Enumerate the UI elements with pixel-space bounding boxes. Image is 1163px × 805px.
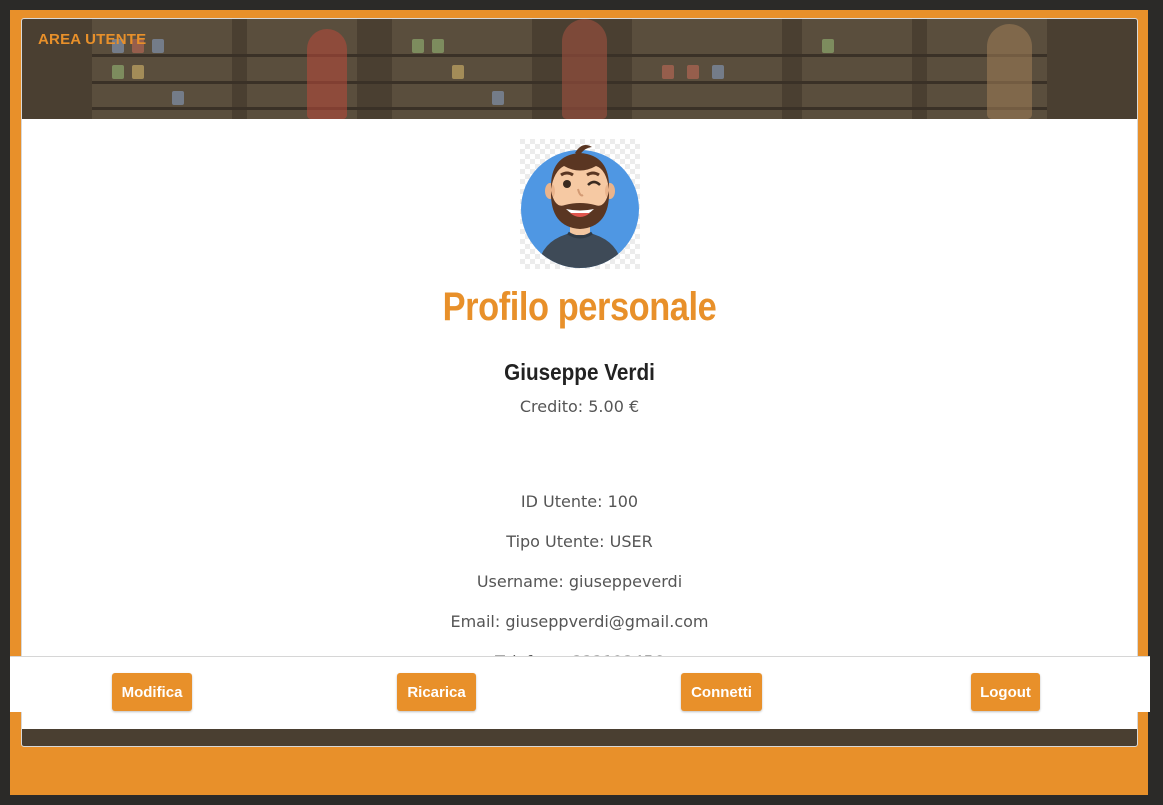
user-avatar-icon [520,139,640,269]
edit-button[interactable]: Modifica [112,673,192,711]
user-email: Email: giuseppverdi@gmail.com [450,612,709,631]
connect-button[interactable]: Connetti [681,673,762,711]
user-credit: Credito: 5.00 € [519,397,640,416]
profile-card: AREA UTENTE Profilo personale Giuseppe V… [21,18,1138,747]
page-title: Profilo personale [442,285,717,329]
card-header: AREA UTENTE [22,19,1137,119]
card-footer-art [22,729,1137,746]
logout-button[interactable]: Logout [971,673,1040,711]
user-username: Username: giuseppeverdi [476,572,683,591]
profile-body: Profilo personale Giuseppe Verdi Credito… [22,119,1137,675]
user-type: Tipo Utente: USER [506,532,653,551]
area-title: AREA UTENTE [38,31,147,48]
user-id: ID Utente: 100 [520,492,639,511]
recharge-button[interactable]: Ricarica [397,673,476,711]
user-full-name: Giuseppe Verdi [504,359,655,385]
